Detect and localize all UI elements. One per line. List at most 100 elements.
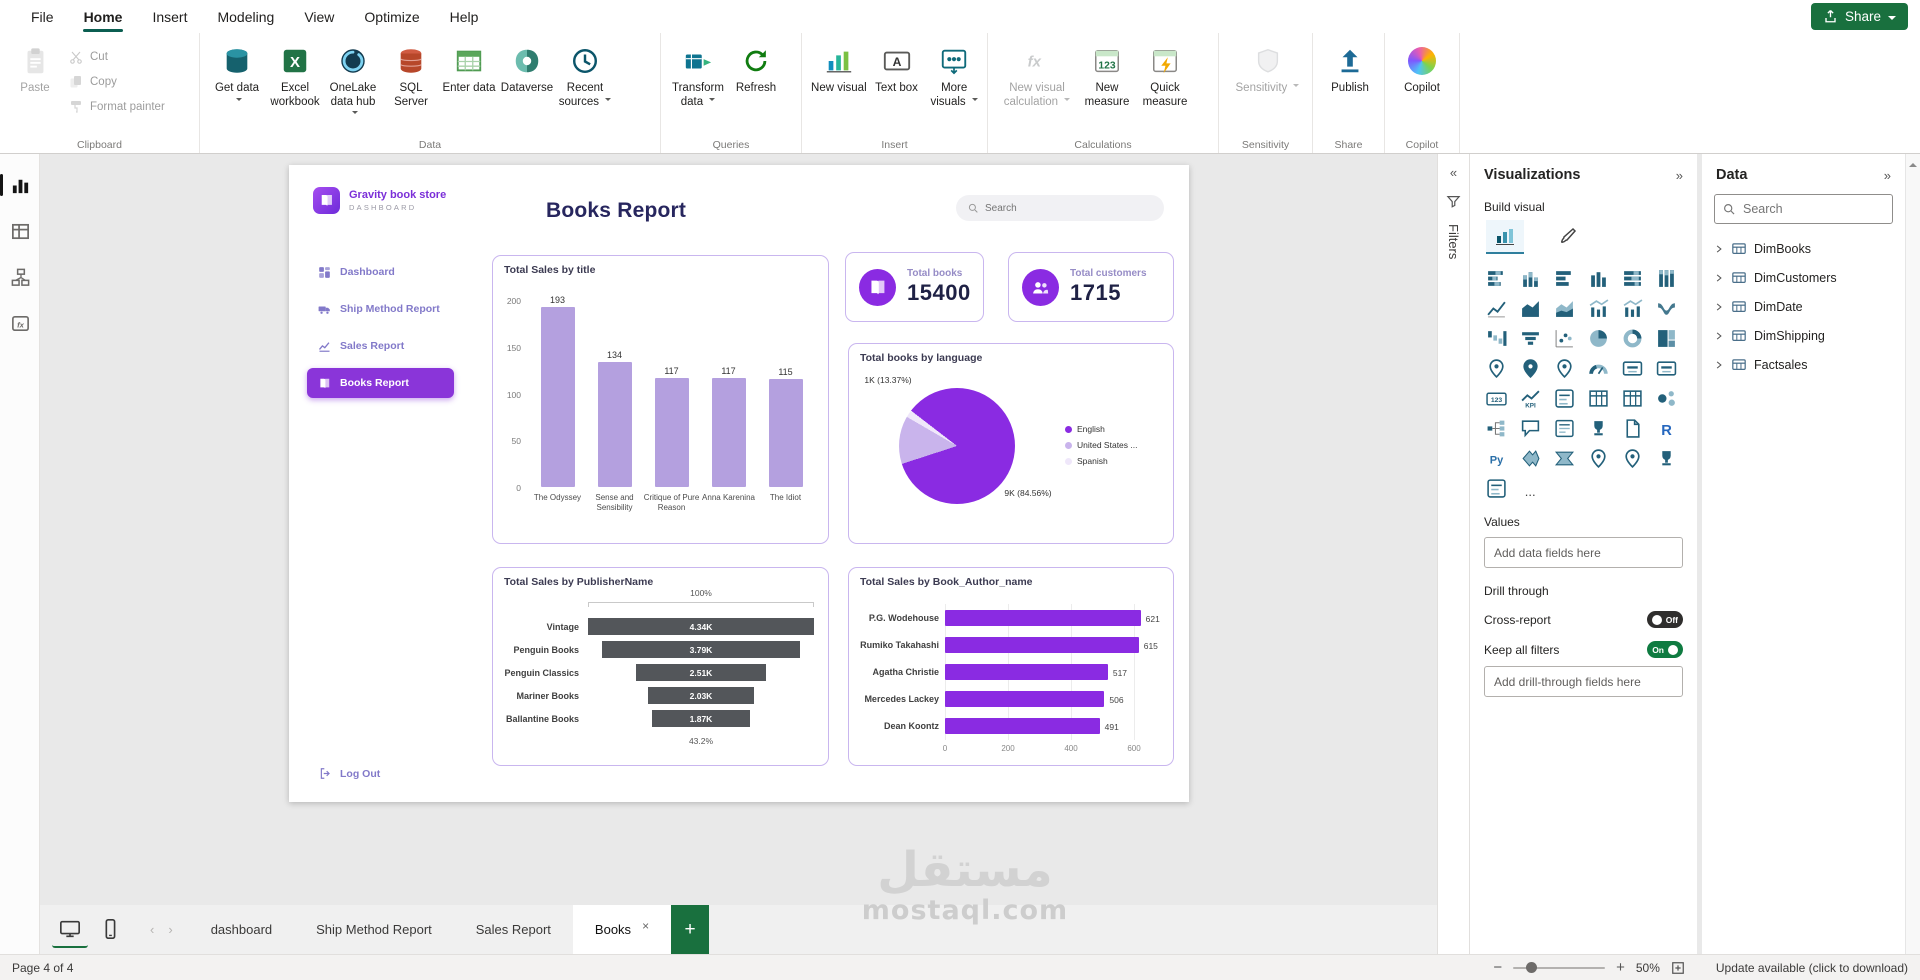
data-table-dimbooks[interactable]: DimBooks (1708, 234, 1901, 263)
drill-through-field-well[interactable]: Add drill-through fields here (1484, 666, 1683, 697)
table-icon[interactable] (1586, 387, 1610, 409)
filled-map-icon[interactable] (1518, 357, 1542, 379)
previous-page-icon[interactable]: ‹ (150, 922, 154, 937)
report-view-button[interactable] (0, 162, 40, 208)
more-visuals-button[interactable]: More visuals (925, 39, 983, 127)
ribbon-chart-icon[interactable] (1655, 297, 1679, 319)
pie-chart-icon[interactable] (1586, 327, 1610, 349)
scatter-chart-icon[interactable] (1552, 327, 1576, 349)
area-chart-icon[interactable] (1518, 297, 1542, 319)
quick-measure-button[interactable]: Quick measure (1136, 39, 1194, 127)
chart-total-sales-by-title[interactable]: Total Sales by title 0 50 100 150 200 193 The O… (492, 255, 829, 544)
menu-item-optimize[interactable]: Optimize (349, 0, 434, 33)
get-data-button[interactable]: Get data (208, 39, 266, 127)
collapse-visualizations-icon[interactable]: » (1676, 168, 1683, 183)
close-tab-icon[interactable]: × (642, 919, 649, 933)
next-page-icon[interactable]: › (168, 922, 172, 937)
collapse-data-panel-icon[interactable]: » (1884, 168, 1891, 183)
new-page-button[interactable]: + (671, 905, 710, 954)
stacked-area-chart-icon[interactable] (1552, 297, 1576, 319)
card-icon[interactable] (1621, 357, 1645, 379)
r-script-visual-icon[interactable]: R (1655, 417, 1679, 439)
data-table-dimshipping[interactable]: DimShipping (1708, 321, 1901, 350)
hundred-percent-stacked-column-chart-icon[interactable] (1655, 267, 1679, 289)
data-table-dimdate[interactable]: DimDate (1708, 292, 1901, 321)
filters-panel-label[interactable]: Filters (1446, 224, 1461, 259)
values-field-well[interactable]: Add data fields here (1484, 537, 1683, 568)
table-view-button[interactable] (0, 208, 40, 254)
model-view-button[interactable] (0, 254, 40, 300)
keep-all-filters-toggle[interactable]: On (1647, 641, 1683, 658)
transform-data-button[interactable]: Transform data (669, 39, 727, 127)
fit-to-page-icon[interactable] (1671, 961, 1685, 975)
vertical-scrollbar[interactable] (1905, 154, 1920, 954)
zoom-in-button[interactable]: + (1616, 960, 1625, 975)
page-tab-books[interactable]: Books × (572, 905, 672, 954)
line-and-clustered-column-chart-icon[interactable] (1621, 297, 1645, 319)
menu-item-file[interactable]: File (16, 0, 69, 33)
report-search-input[interactable] (985, 202, 1152, 214)
expand-filters-icon[interactable]: « (1450, 166, 1457, 179)
page-tab-sales-report[interactable]: Sales Report (454, 905, 573, 954)
map-icon[interactable] (1484, 357, 1508, 379)
kpi-total-customers[interactable]: Total customers 1715 (1008, 252, 1174, 322)
line-chart-icon[interactable] (1484, 297, 1508, 319)
data-search-input[interactable] (1743, 202, 1884, 216)
chart-total-sales-by-publishername[interactable]: Total Sales by PublisherName 100% Vintage 4… (492, 567, 829, 766)
page-tab-dashboard[interactable]: dashboard (189, 905, 294, 954)
matrix-icon[interactable] (1621, 387, 1645, 409)
gauge-icon[interactable] (1586, 357, 1610, 379)
mobile-layout-button[interactable] (92, 912, 128, 948)
waterfall-chart-icon[interactable] (1484, 327, 1508, 349)
python-visual-icon[interactable]: Py (1484, 447, 1508, 469)
line-and-stacked-column-chart-icon[interactable] (1586, 297, 1610, 319)
menu-item-insert[interactable]: Insert (137, 0, 202, 33)
build-visual-tab[interactable] (1486, 220, 1524, 254)
nav-item-dashboard[interactable]: Dashboard (307, 257, 454, 287)
clustered-column-chart-icon[interactable] (1586, 267, 1610, 289)
menu-item-modeling[interactable]: Modeling (202, 0, 289, 33)
nav-item-books-report[interactable]: Books Report (307, 368, 454, 398)
slicer-icon[interactable] (1552, 387, 1576, 409)
logout-button[interactable]: Log Out (319, 767, 380, 780)
arcgis-map-icon[interactable] (1586, 447, 1610, 469)
dataverse-button[interactable]: Dataverse (498, 39, 556, 127)
kpi-icon[interactable]: KPI (1518, 387, 1542, 409)
onelake-data-hub-button[interactable]: OneLake data hub (324, 39, 382, 127)
data-table-factsales[interactable]: Factsales (1708, 350, 1901, 379)
nav-item-sales-report[interactable]: Sales Report (307, 331, 454, 361)
share-button[interactable]: Share (1810, 3, 1908, 30)
chart-total-sales-by-book-author-name[interactable]: Total Sales by Book_Author_name 0 200 400 60… (848, 567, 1174, 766)
text-box-button[interactable]: A Text box (868, 39, 926, 127)
publish-button[interactable]: Publish (1321, 39, 1379, 127)
shape-map-icon[interactable] (1552, 357, 1576, 379)
report-search-box[interactable] (956, 195, 1164, 221)
stacked-column-chart-icon[interactable] (1518, 267, 1542, 289)
refresh-button[interactable]: Refresh (727, 39, 785, 127)
azure-map-icon[interactable] (1621, 447, 1645, 469)
new-measure-button[interactable]: 123 New measure (1078, 39, 1136, 127)
metrics-icon[interactable] (1586, 417, 1610, 439)
paginated-report-icon[interactable] (1621, 417, 1645, 439)
recent-sources-button[interactable]: Recent sources (556, 39, 614, 127)
excel-workbook-button[interactable]: X Excel workbook (266, 39, 324, 127)
cross-report-toggle[interactable]: Off (1646, 611, 1683, 628)
desktop-layout-button[interactable] (52, 912, 88, 948)
new-card-icon[interactable]: 123 (1484, 387, 1508, 409)
power-apps-icon[interactable] (1518, 447, 1542, 469)
zoom-slider-thumb[interactable] (1526, 962, 1538, 973)
kpi-total-books[interactable]: Total books 15400 (845, 252, 984, 322)
new-visual-button[interactable]: New visual (810, 39, 868, 127)
hundred-percent-stacked-bar-chart-icon[interactable] (1621, 267, 1645, 289)
donut-chart-icon[interactable] (1621, 327, 1645, 349)
data-table-dimcustomers[interactable]: DimCustomers (1708, 263, 1901, 292)
sql-server-button[interactable]: SQL Server (382, 39, 440, 127)
menu-item-home[interactable]: Home (69, 0, 138, 33)
chart-total-books-by-language[interactable]: Total books by language 1K (13.37%) 9K (84… (848, 343, 1174, 544)
zoom-out-button[interactable]: − (1493, 960, 1502, 975)
clustered-bar-chart-icon[interactable] (1552, 267, 1576, 289)
nav-item-ship-method-report[interactable]: Ship Method Report (307, 294, 454, 324)
enter-data-button[interactable]: Enter data (440, 39, 498, 127)
multi-row-card-icon[interactable] (1655, 357, 1679, 379)
funnel-chart-icon[interactable] (1518, 327, 1542, 349)
